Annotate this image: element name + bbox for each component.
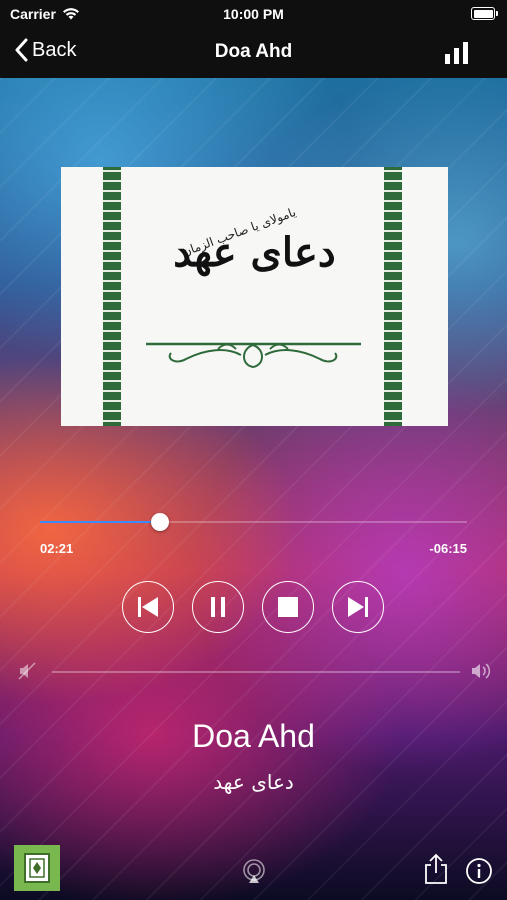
stop-button[interactable]: [262, 581, 314, 633]
artwork-left-border: [103, 167, 121, 426]
ornament-icon: [146, 342, 361, 369]
album-artwork: یامولای یا صاحب الزمان دعای عهد: [61, 167, 448, 426]
volume-up-icon: [472, 663, 491, 679]
status-time: 10:00 PM: [223, 6, 284, 22]
book-button[interactable]: [14, 845, 60, 891]
previous-button[interactable]: [122, 581, 174, 633]
skip-previous-icon: [138, 597, 158, 617]
remaining-time: -06:15: [429, 541, 467, 556]
page-title: Doa Ahd: [214, 41, 293, 62]
next-button[interactable]: [332, 581, 384, 633]
volume-slider[interactable]: [52, 671, 460, 673]
track-subtitle: دعای عهد: [213, 770, 294, 794]
artwork-right-border: [384, 167, 402, 426]
elapsed-time: 02:21: [40, 541, 74, 556]
navigation-bar: Back Doa Ahd: [0, 28, 507, 78]
battery-icon: [471, 7, 498, 20]
stop-icon: [278, 597, 298, 617]
book-icon: [24, 853, 50, 883]
volume-mute-icon: [18, 662, 36, 680]
airplay-icon[interactable]: [241, 858, 267, 884]
playback-progress-slider[interactable]: [40, 512, 467, 532]
info-icon[interactable]: [465, 857, 493, 885]
pause-button[interactable]: [192, 581, 244, 633]
status-bar: Carrier 10:00 PM: [0, 0, 507, 28]
pause-icon: [211, 597, 225, 617]
share-icon[interactable]: [424, 853, 448, 885]
track-title: Doa Ahd: [192, 718, 315, 754]
bar-chart-icon[interactable]: [445, 42, 471, 64]
progress-elapsed-bar: [40, 521, 160, 523]
progress-thumb[interactable]: [150, 513, 169, 531]
skip-next-icon: [348, 597, 368, 617]
artwork-title: دعای عهد: [173, 229, 336, 276]
